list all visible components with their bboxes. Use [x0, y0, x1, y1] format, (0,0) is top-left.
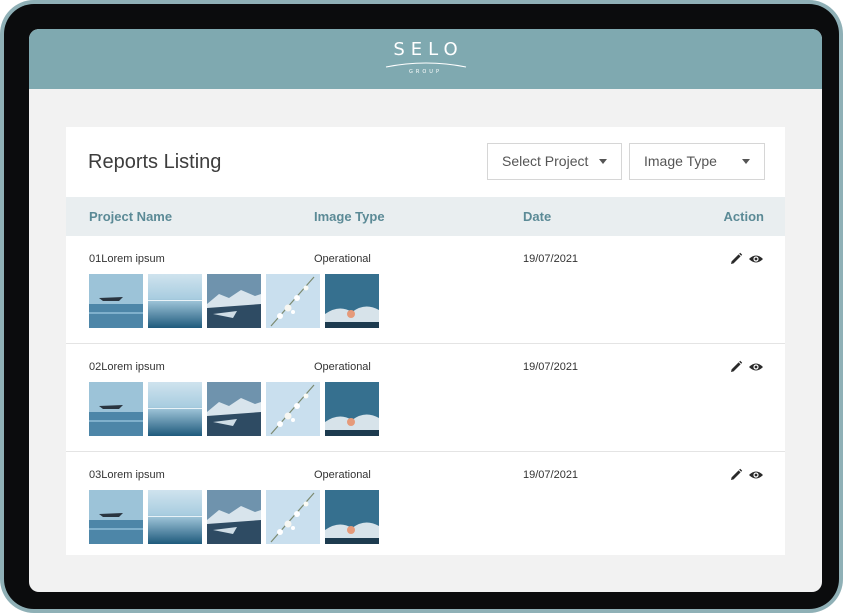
select-project-value: Select Project	[502, 153, 589, 169]
project-name-cell: 01Lorem ipsum	[89, 253, 165, 265]
project-name-cell: 02Lorem ipsum	[89, 361, 165, 373]
thumbnail-boat[interactable]	[89, 274, 143, 328]
thumbnail-waves[interactable]	[325, 490, 379, 544]
image-type-value: Image Type	[644, 153, 717, 169]
thumbnail-boat[interactable]	[89, 382, 143, 436]
date-cell: 19/07/2021	[523, 253, 579, 265]
selo-logo[interactable]: SELO GROUP	[359, 39, 492, 81]
thumbnail-boat[interactable]	[89, 490, 143, 544]
thumbnail-blossom[interactable]	[266, 490, 320, 544]
eye-icon[interactable]	[748, 251, 764, 267]
eye-icon[interactable]	[748, 467, 764, 483]
table-row: 01Lorem ipsum Operational 19/07/2021	[66, 236, 785, 344]
column-header-project-name[interactable]: Project Name	[89, 209, 172, 225]
thumbnail-coast[interactable]	[207, 490, 261, 544]
chevron-down-icon	[742, 159, 750, 164]
thumbnail-waves[interactable]	[325, 382, 379, 436]
row-actions	[728, 359, 764, 375]
device-frame: SELO GROUP Reports Listing Select Projec…	[0, 0, 843, 613]
eye-icon[interactable]	[748, 359, 764, 375]
row-actions	[728, 251, 764, 267]
row-actions	[728, 467, 764, 483]
logo-wordmark: SELO	[393, 39, 464, 60]
project-name-cell: 03Lorem ipsum	[89, 469, 165, 481]
thumbnail-horizon[interactable]	[148, 382, 202, 436]
thumbnail-blossom[interactable]	[266, 274, 320, 328]
table-row: 02Lorem ipsum Operational 19/07/2021	[66, 344, 785, 452]
thumbnail-coast[interactable]	[207, 274, 261, 328]
pencil-icon[interactable]	[728, 359, 744, 375]
select-project-dropdown[interactable]: Select Project	[487, 143, 622, 180]
chevron-down-icon	[599, 159, 607, 164]
device-bezel: SELO GROUP Reports Listing Select Projec…	[4, 4, 839, 609]
table-row: 03Lorem ipsum Operational 19/07/2021	[66, 452, 785, 560]
top-bar: SELO GROUP	[29, 29, 822, 89]
logo-subtext: GROUP	[409, 69, 442, 75]
date-cell: 19/07/2021	[523, 469, 579, 481]
thumbnail-horizon[interactable]	[148, 274, 202, 328]
page-title: Reports Listing	[88, 151, 222, 173]
reports-card: Reports Listing Select Project Image Typ…	[66, 127, 785, 555]
table-header: Project Name Image Type Date Action	[66, 197, 785, 236]
column-header-image-type[interactable]: Image Type	[314, 209, 385, 225]
image-type-cell: Operational	[314, 253, 371, 265]
pencil-icon[interactable]	[728, 467, 744, 483]
image-type-dropdown[interactable]: Image Type	[629, 143, 765, 180]
thumbnail-waves[interactable]	[325, 274, 379, 328]
thumbnail-horizon[interactable]	[148, 490, 202, 544]
app-screen: SELO GROUP Reports Listing Select Projec…	[29, 29, 822, 592]
date-cell: 19/07/2021	[523, 361, 579, 373]
logo-swoosh-icon	[385, 62, 466, 68]
image-type-cell: Operational	[314, 469, 371, 481]
thumbnail-coast[interactable]	[207, 382, 261, 436]
column-header-action: Action	[723, 209, 764, 224]
image-type-cell: Operational	[314, 361, 371, 373]
pencil-icon[interactable]	[728, 251, 744, 267]
thumbnail-blossom[interactable]	[266, 382, 320, 436]
column-header-date[interactable]: Date	[523, 209, 551, 225]
